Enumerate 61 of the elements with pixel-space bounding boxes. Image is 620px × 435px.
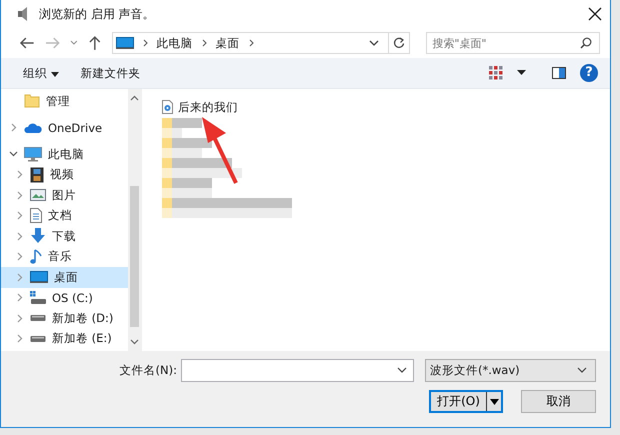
tree-item[interactable]: 音乐 xyxy=(1,246,128,267)
help-button[interactable]: ? xyxy=(580,64,598,82)
window-title: 浏览新的 启用 声音。 xyxy=(39,6,155,22)
filename-label: 文件名(N): xyxy=(120,363,177,378)
desktop-icon xyxy=(116,37,134,49)
tree-item[interactable]: 图片 xyxy=(1,185,128,206)
file-type-dropdown[interactable]: 波形文件(*.wav) xyxy=(425,359,596,382)
tree-item[interactable]: 新加卷 (D:) xyxy=(1,308,128,328)
caret-icon xyxy=(50,72,59,76)
scroll-down-icon[interactable] xyxy=(130,339,139,345)
cancel-button[interactable]: 取消 xyxy=(521,390,596,413)
chevron-right-icon[interactable] xyxy=(248,39,254,47)
caret-icon[interactable] xyxy=(517,70,526,76)
audio-file-icon xyxy=(162,100,173,114)
refresh-icon xyxy=(393,37,406,49)
tree-item[interactable]: 文档 xyxy=(1,206,128,226)
tree-item[interactable]: 管理 xyxy=(1,91,128,112)
music-note-icon xyxy=(30,248,42,265)
scroll-up-icon[interactable] xyxy=(130,95,139,101)
annotation-arrow-drawing xyxy=(200,115,240,185)
tree-item[interactable]: 新加卷 (E:) xyxy=(1,328,128,349)
search-icon xyxy=(580,37,592,49)
picture-icon xyxy=(30,189,46,202)
folder-icon xyxy=(24,94,40,108)
file-item[interactable]: 后来的我们 xyxy=(162,98,238,116)
new-folder-button[interactable]: 新建文件夹 xyxy=(76,64,145,82)
open-options-button[interactable] xyxy=(486,392,501,411)
system-drive-icon xyxy=(30,290,46,305)
breadcrumb-item[interactable]: 此电脑 xyxy=(156,36,193,50)
drive-icon xyxy=(30,334,46,343)
caret-icon xyxy=(490,398,498,404)
chevron-right-icon[interactable] xyxy=(202,39,207,47)
view-grid-icon[interactable] xyxy=(489,66,503,80)
tree-item[interactable]: 下载 xyxy=(1,226,128,246)
chevron-down-icon xyxy=(577,367,587,374)
document-icon xyxy=(30,208,42,224)
film-icon xyxy=(30,166,44,183)
tree-item[interactable]: OneDrive xyxy=(1,118,128,138)
tree-item[interactable]: 桌面 xyxy=(1,267,128,288)
chevron-down-icon[interactable] xyxy=(9,151,18,158)
search-field[interactable]: 搜索"桌面" xyxy=(426,32,600,54)
download-arrow-icon xyxy=(30,228,46,244)
up-arrow-icon[interactable] xyxy=(88,35,102,51)
close-icon[interactable] xyxy=(588,7,602,21)
cloud-icon xyxy=(24,122,42,134)
organize-menu-button[interactable]: 组织 xyxy=(19,64,63,82)
chevron-down-icon[interactable] xyxy=(369,40,380,46)
chevron-right-icon[interactable] xyxy=(142,39,148,47)
scrollbar[interactable] xyxy=(128,89,141,351)
back-arrow-icon[interactable] xyxy=(19,36,35,50)
drive-icon xyxy=(30,314,46,322)
computer-icon xyxy=(24,146,42,162)
preview-pane-icon[interactable] xyxy=(552,67,566,79)
chevron-down-icon xyxy=(397,367,407,374)
tree-item[interactable]: OS (C:) xyxy=(1,288,128,308)
tree-item[interactable]: 此电脑 xyxy=(1,144,128,164)
address-bar[interactable]: 此电脑 桌面 xyxy=(112,32,410,54)
filename-field[interactable] xyxy=(181,359,414,382)
breadcrumb-item[interactable]: 桌面 xyxy=(216,36,240,50)
desktop-icon xyxy=(30,271,48,284)
tree-item[interactable]: 视频 xyxy=(1,164,128,185)
